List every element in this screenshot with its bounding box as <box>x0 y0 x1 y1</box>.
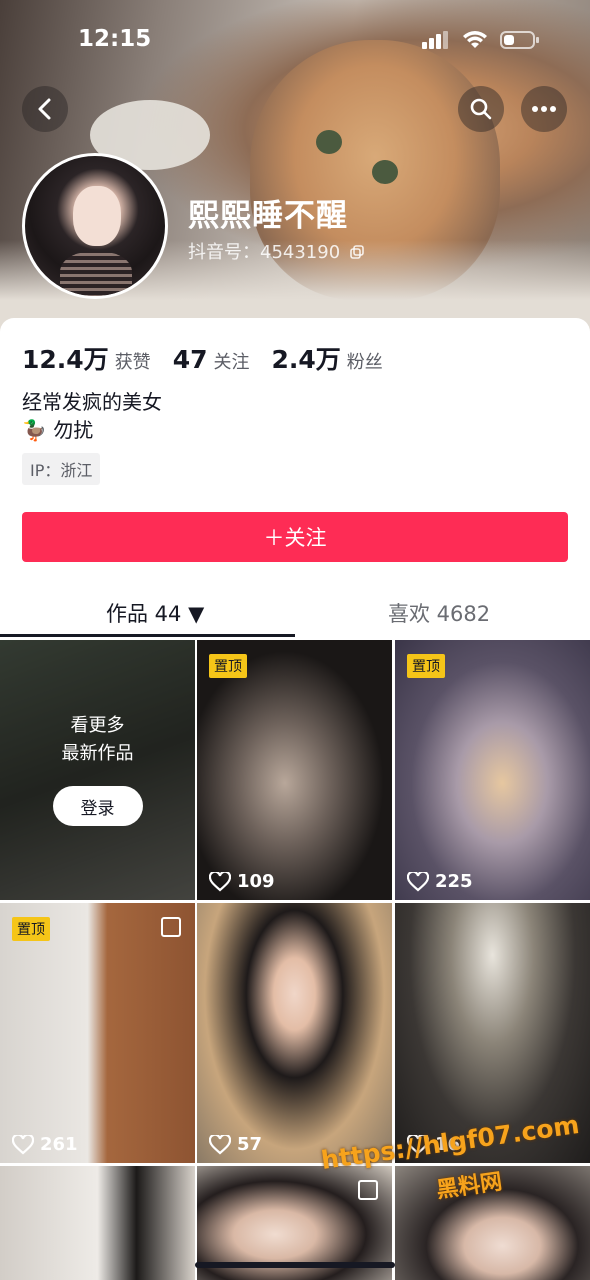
tab-works[interactable]: 作品 44 ▼ <box>106 598 204 628</box>
like-count: 109 <box>209 871 275 892</box>
login-overlay: 看更多 最新作品 登录 <box>0 640 195 900</box>
bio-line: 经常发疯的美女 <box>22 390 162 414</box>
video-tile[interactable]: 置顶 109 <box>197 640 392 900</box>
tab-likes[interactable]: 喜欢 4682 <box>388 598 490 628</box>
stat-following[interactable]: 47 关注 <box>173 345 250 374</box>
stat-label: 获赞 <box>114 352 151 373</box>
multi-photo-icon <box>161 917 181 937</box>
heart-icon <box>209 871 231 891</box>
profile-bio: 经常发疯的美女 🦆 勿扰 <box>22 388 162 444</box>
multi-photo-icon <box>358 1180 378 1200</box>
douyin-id-row[interactable]: 抖音号：4543190 <box>188 238 364 264</box>
like-count-value: 109 <box>237 871 275 892</box>
avatar-clothing <box>60 252 132 296</box>
heart-icon <box>407 871 429 891</box>
profile-stats: 12.4万 获赞 47 关注 2.4万 粉丝 <box>22 340 405 376</box>
avatar[interactable] <box>22 153 168 299</box>
tab-active-indicator <box>0 634 295 637</box>
login-button[interactable]: 登录 <box>52 786 143 826</box>
video-tile[interactable] <box>0 1166 195 1280</box>
status-bar: 12:15 <box>0 22 590 62</box>
banner-cat-eye <box>372 160 398 184</box>
stat-label: 关注 <box>213 352 250 373</box>
heart-icon <box>12 1134 34 1154</box>
like-count: 225 <box>407 871 473 892</box>
video-tile[interactable]: 57 <box>197 903 392 1163</box>
like-count-value: 225 <box>435 871 473 892</box>
stat-label: 粉丝 <box>346 352 383 373</box>
pinned-badge: 置顶 <box>12 917 50 941</box>
ip-location-badge: IP：浙江 <box>22 453 101 485</box>
stat-value: 12.4万 <box>22 345 109 374</box>
status-icons <box>422 30 540 50</box>
search-button[interactable] <box>458 86 504 132</box>
pinned-badge: 置顶 <box>209 654 247 678</box>
home-indicator[interactable] <box>195 1262 395 1268</box>
like-count: 261 <box>12 1134 78 1155</box>
avatar-face <box>73 186 121 246</box>
copy-icon[interactable] <box>350 245 364 259</box>
stat-value: 2.4万 <box>271 345 341 374</box>
status-time: 12:15 <box>78 26 152 52</box>
banner-cat-eye <box>316 130 342 154</box>
stat-value: 47 <box>172 345 208 374</box>
wifi-icon <box>463 31 487 48</box>
heart-icon <box>209 1134 231 1154</box>
pinned-badge: 置顶 <box>407 654 445 678</box>
login-prompt-line: 看更多 <box>70 715 125 736</box>
douyin-id-label: 抖音号： <box>188 242 260 263</box>
video-tile[interactable]: 置顶 261 <box>0 903 195 1163</box>
chevron-left-icon <box>38 98 51 120</box>
profile-tabs: 作品 44 ▼ 喜欢 4682 <box>0 588 590 640</box>
douyin-id-value: 4543190 <box>260 242 341 263</box>
like-count-value: 57 <box>237 1134 263 1155</box>
search-icon <box>470 98 492 120</box>
follow-button[interactable]: ＋关注 <box>22 512 568 562</box>
login-prompt: 看更多 最新作品 <box>62 712 134 768</box>
like-count: 57 <box>209 1134 262 1155</box>
stat-followers[interactable]: 2.4万 粉丝 <box>271 340 382 376</box>
like-count-value: 261 <box>40 1134 78 1155</box>
more-button[interactable] <box>521 86 567 132</box>
profile-nickname: 熙熙睡不醒 <box>188 198 348 234</box>
back-button[interactable] <box>22 86 68 132</box>
bio-line: 🦆 勿扰 <box>22 418 94 442</box>
more-dots-icon <box>532 106 556 112</box>
video-tile[interactable]: 置顶 225 <box>395 640 590 900</box>
battery-icon <box>500 31 539 49</box>
profile-card: 12.4万 获赞 47 关注 2.4万 粉丝 经常发疯的美女 🦆 勿扰 IP：浙… <box>0 318 590 640</box>
signal-icon <box>422 31 448 49</box>
video-tile-login[interactable]: 看更多 最新作品 登录 <box>0 640 195 900</box>
stat-likes[interactable]: 12.4万 获赞 <box>22 340 151 376</box>
login-prompt-line: 最新作品 <box>61 743 134 764</box>
